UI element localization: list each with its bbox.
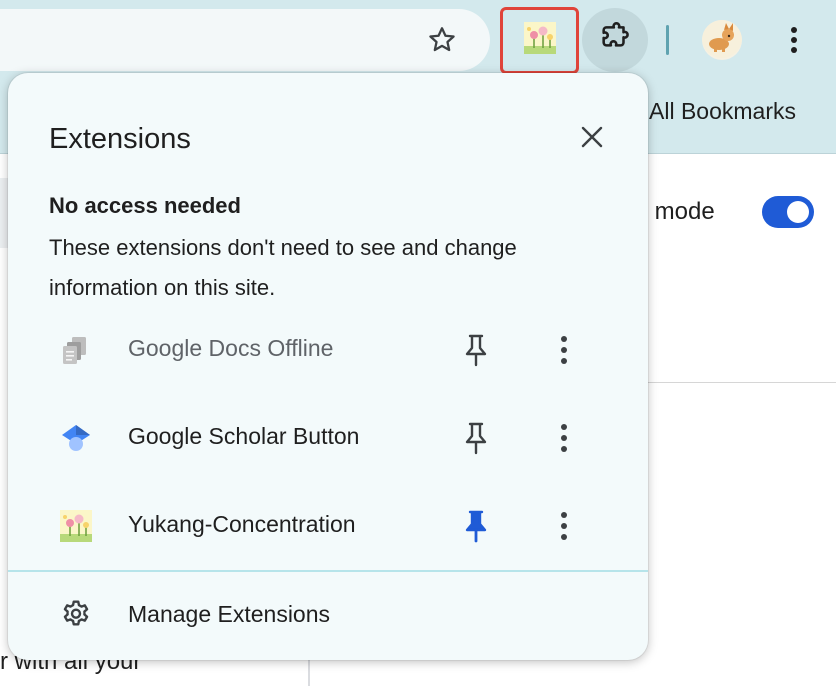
extensions-popup: Extensions No access needed These extens… — [8, 73, 648, 660]
three-dot-menu-icon[interactable] — [774, 20, 814, 60]
browser-toolbar — [0, 0, 836, 80]
google-scholar-icon — [58, 420, 94, 456]
more-options-icon[interactable] — [544, 330, 584, 370]
google-docs-offline-icon — [58, 332, 94, 368]
corgi-avatar-icon — [702, 20, 742, 60]
all-bookmarks-button[interactable]: All Bookmarks — [649, 98, 796, 125]
extension-name: Yukang-Concentration — [128, 511, 356, 537]
puzzle-icon — [598, 21, 632, 60]
reader-mode-toggle[interactable] — [762, 196, 814, 228]
profile-button[interactable] — [702, 20, 742, 60]
page-divider — [648, 382, 836, 383]
manage-extensions-label: Manage Extensions — [128, 601, 331, 627]
manage-extensions-button[interactable]: Manage Extensions — [8, 573, 648, 660]
extension-row[interactable]: Google Docs Offline — [8, 306, 648, 394]
bookmark-star-icon[interactable] — [424, 22, 460, 58]
gear-icon — [58, 597, 94, 633]
close-icon[interactable] — [576, 121, 608, 153]
extension-row[interactable]: Google Scholar Button — [8, 394, 648, 482]
more-options-icon[interactable] — [544, 418, 584, 458]
reader-mode-label: r mode — [640, 198, 715, 225]
toolbar-divider — [666, 25, 669, 55]
more-options-icon[interactable] — [544, 506, 584, 546]
extension-name: Google Docs Offline — [128, 335, 334, 361]
pin-icon[interactable] — [456, 418, 496, 458]
extensions-menu-button[interactable] — [582, 8, 648, 72]
yukang-concentration-icon — [523, 21, 557, 60]
section-description: These extensions don't need to see and c… — [49, 235, 517, 300]
section-heading: No access needed — [49, 193, 241, 218]
extension-row[interactable]: Yukang-Concentration — [8, 482, 648, 570]
address-bar[interactable] — [0, 9, 490, 71]
pin-icon[interactable] — [456, 330, 496, 370]
yukang-concentration-toolbar-button[interactable] — [500, 7, 579, 74]
yukang-concentration-icon — [58, 508, 94, 544]
pinned-icon[interactable] — [456, 506, 496, 546]
extension-name: Google Scholar Button — [128, 423, 360, 449]
popup-title: Extensions — [49, 123, 191, 155]
popup-divider — [8, 570, 648, 572]
